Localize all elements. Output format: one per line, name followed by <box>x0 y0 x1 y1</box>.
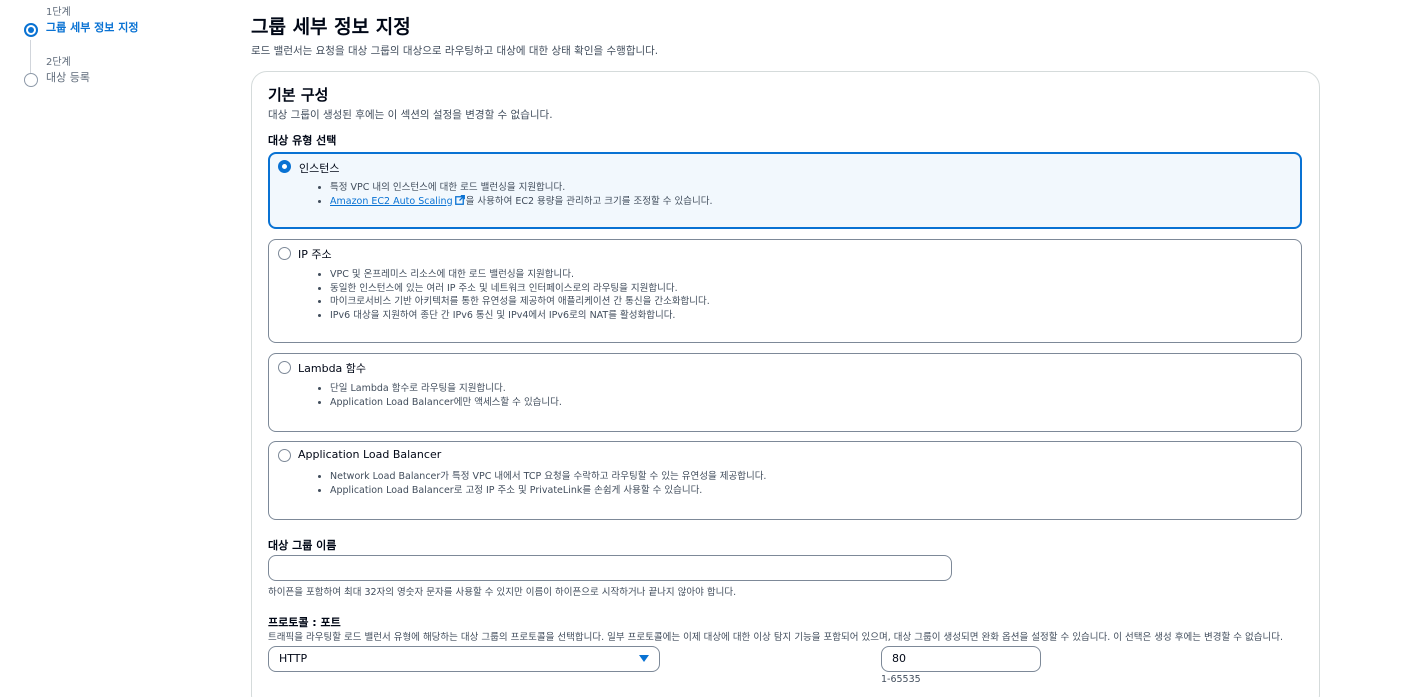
radio-unselected-icon[interactable] <box>278 449 291 462</box>
external-link-icon[interactable] <box>454 194 465 205</box>
protocol-port-description: 트래픽을 라우팅할 로드 밸런서 유형에 해당하는 대상 그룹의 프로토콜을 선… <box>268 632 1283 643</box>
target-type-option-alb[interactable]: Application Load Balancer Network Load B… <box>268 441 1302 520</box>
option-bullets: 특정 VPC 내의 인스턴스에 대한 로드 밸런싱을 지원합니다. Amazon… <box>330 181 713 208</box>
target-type-option-ip[interactable]: IP 주소 VPC 및 온프레미스 리소스에 대한 로드 밸런싱을 지원합니다.… <box>268 239 1302 343</box>
option-bullets: 단일 Lambda 함수로 라우팅을 지원합니다. Application Lo… <box>330 382 562 409</box>
bullet-item: Application Load Balancer에만 액세스할 수 있습니다. <box>330 396 562 410</box>
option-bullets: VPC 및 온프레미스 리소스에 대한 로드 밸런싱을 지원합니다. 동일한 인… <box>330 268 710 322</box>
option-label: IP 주소 <box>298 248 332 261</box>
step-2-inactive-dot-icon <box>24 73 38 87</box>
option-bullets: Network Load Balancer가 특정 VPC 내에서 TCP 요청… <box>330 470 766 497</box>
wizard-stepper: 1단계 그룹 세부 정보 지정 2단계 대상 등록 <box>24 6 224 106</box>
target-type-option-lambda[interactable]: Lambda 함수 단일 Lambda 함수로 라우팅을 지원합니다. Appl… <box>268 353 1302 432</box>
link-suffix-text: 을 사용하여 EC2 용량을 관리하고 크기를 조정할 수 있습니다. <box>465 195 713 207</box>
radio-unselected-icon[interactable] <box>278 361 291 374</box>
panel-title: 기본 구성 <box>268 86 329 104</box>
target-type-label: 대상 유형 선택 <box>268 134 337 147</box>
bullet-item: 특정 VPC 내의 인스턴스에 대한 로드 밸런싱을 지원합니다. <box>330 181 713 195</box>
option-label: Lambda 함수 <box>298 362 367 375</box>
port-range-hint: 1-65535 <box>881 674 921 685</box>
port-input[interactable]: 80 <box>881 646 1041 672</box>
step-2-title[interactable]: 대상 등록 <box>46 70 224 86</box>
port-value: 80 <box>892 652 906 665</box>
basic-config-panel: 기본 구성 대상 그룹이 생성된 후에는 이 섹션의 설정을 변경할 수 없습니… <box>251 71 1320 697</box>
bullet-item: Application Load Balancer로 고정 IP 주소 및 Pr… <box>330 484 766 498</box>
step-1[interactable]: 1단계 그룹 세부 정보 지정 <box>24 6 224 56</box>
caret-down-icon <box>639 655 649 662</box>
bullet-item: 동일한 인스턴스에 있는 여러 IP 주소 및 네트워크 인터페이스로의 라우팅… <box>330 282 710 296</box>
bullet-item: Network Load Balancer가 특정 VPC 내에서 TCP 요청… <box>330 470 766 484</box>
bullet-item: IPv6 대상을 지원하여 종단 간 IPv6 통신 및 IPv4에서 IPv6… <box>330 309 710 323</box>
step-1-number: 1단계 <box>46 7 71 18</box>
ec2-auto-scaling-link[interactable]: Amazon EC2 Auto Scaling <box>330 196 453 207</box>
protocol-port-label: 프로토콜 : 포트 <box>268 616 341 629</box>
target-group-name-label: 대상 그룹 이름 <box>268 539 337 552</box>
page-title: 그룹 세부 정보 지정 <box>251 16 411 38</box>
target-type-option-instances[interactable]: 인스턴스 특정 VPC 내의 인스턴스에 대한 로드 밸런싱을 지원합니다. A… <box>268 152 1302 229</box>
bullet-item: 마이크로서비스 기반 아키텍처를 통한 유연성을 제공하여 애플리케이션 간 통… <box>330 295 710 309</box>
step-1-title[interactable]: 그룹 세부 정보 지정 <box>46 20 224 36</box>
protocol-select[interactable]: HTTP <box>268 646 660 672</box>
option-label: 인스턴스 <box>299 162 340 175</box>
radio-unselected-icon[interactable] <box>278 247 291 260</box>
bullet-item: 단일 Lambda 함수로 라우팅을 지원합니다. <box>330 382 562 396</box>
radio-selected-icon[interactable] <box>278 160 291 173</box>
step-2-number: 2단계 <box>46 57 71 68</box>
target-group-name-hint: 하이픈을 포함하여 최대 32자의 영숫자 문자를 사용할 수 있지만 이름이 … <box>268 587 737 598</box>
target-group-name-input[interactable] <box>268 555 952 581</box>
step-1-active-dot-icon <box>24 23 38 37</box>
bullet-item: Amazon EC2 Auto Scaling 을 사용하여 EC2 용량을 관리… <box>330 194 713 209</box>
panel-description: 대상 그룹이 생성된 후에는 이 섹션의 설정을 변경할 수 없습니다. <box>268 109 553 121</box>
step-2[interactable]: 2단계 대상 등록 <box>24 56 224 106</box>
bullet-item: VPC 및 온프레미스 리소스에 대한 로드 밸런싱을 지원합니다. <box>330 268 710 282</box>
protocol-selected-value: HTTP <box>279 652 308 665</box>
page-description: 로드 밸런서는 요청을 대상 그룹의 대상으로 라우팅하고 대상에 대한 상태 … <box>251 45 659 57</box>
option-label: Application Load Balancer <box>298 448 442 461</box>
